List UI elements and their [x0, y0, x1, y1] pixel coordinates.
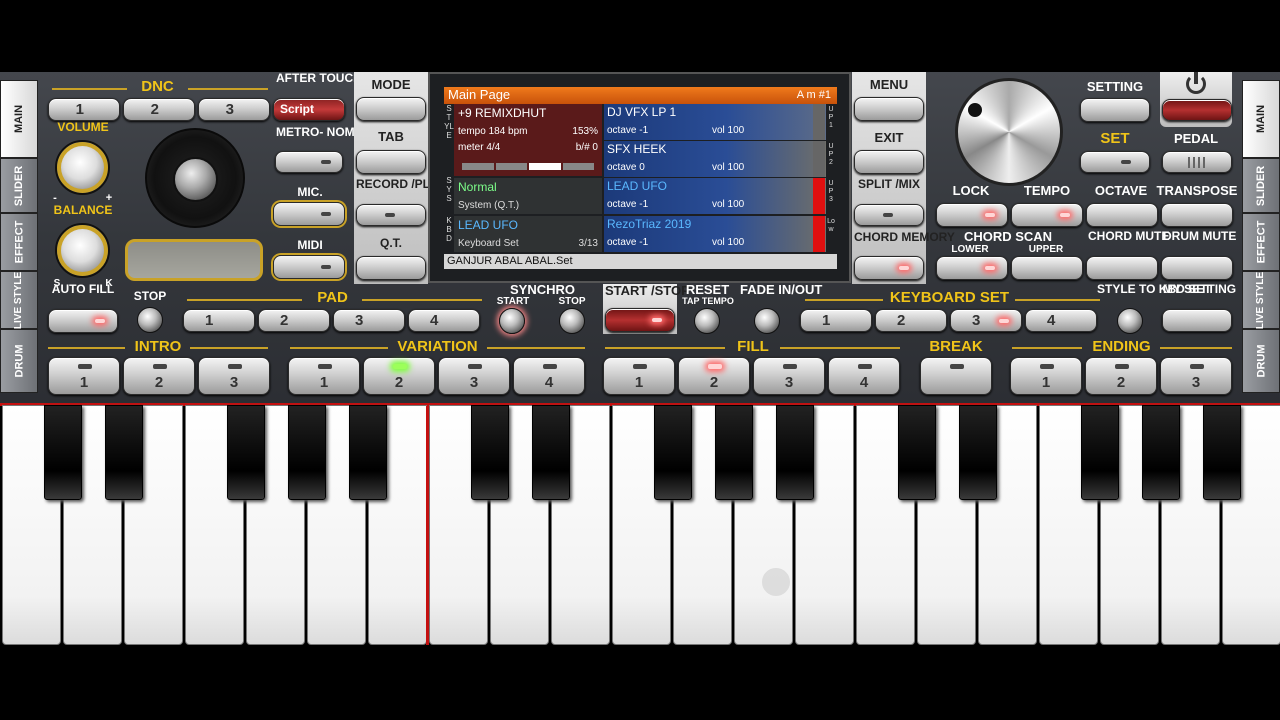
touch-indicator [762, 568, 790, 596]
black-key[interactable] [1203, 405, 1241, 500]
black-key[interactable] [898, 405, 936, 500]
black-key[interactable] [288, 405, 326, 500]
piano-keyboard [0, 0, 1280, 720]
black-key[interactable] [532, 405, 570, 500]
black-key[interactable] [1142, 405, 1180, 500]
black-key[interactable] [227, 405, 265, 500]
black-key[interactable] [959, 405, 997, 500]
black-key[interactable] [471, 405, 509, 500]
black-key[interactable] [776, 405, 814, 500]
black-key[interactable] [654, 405, 692, 500]
black-key[interactable] [1081, 405, 1119, 500]
black-key[interactable] [105, 405, 143, 500]
split-point-marker [426, 406, 429, 645]
black-key[interactable] [715, 405, 753, 500]
black-key[interactable] [44, 405, 82, 500]
black-key[interactable] [349, 405, 387, 500]
app-root: MAIN SLIDER EFFECT LIVE STYLE DRUM MAIN … [0, 0, 1280, 720]
